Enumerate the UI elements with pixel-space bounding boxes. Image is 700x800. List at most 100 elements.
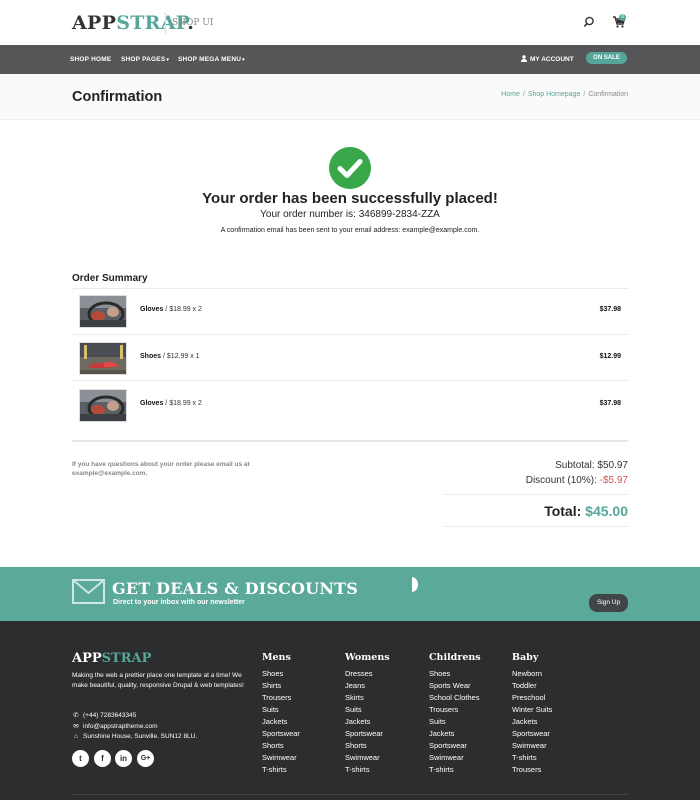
footer-link[interactable]: Sportswear (512, 728, 552, 740)
footer-link[interactable]: Winter Suits (512, 704, 552, 716)
site-footer: APPSTRAP Making the web a prettier place… (0, 621, 700, 800)
check-circle-icon (329, 147, 371, 189)
order-item-name: Gloves (140, 306, 164, 313)
subtotal-label: Subtotal: (555, 460, 595, 471)
footer-link[interactable]: Sportswear (345, 728, 383, 740)
on-sale-button[interactable]: ON SALE (586, 52, 627, 64)
footer-link[interactable]: T-shirts (262, 764, 300, 776)
footer-link[interactable]: Shorts (262, 740, 300, 752)
footer-link[interactable]: T-shirts (345, 764, 383, 776)
footer-logo[interactable]: APPSTRAP (72, 651, 151, 666)
footer-col-title-baby: Baby (512, 652, 539, 663)
footer-about: Making the web a prettier place one temp… (72, 672, 244, 689)
footer-link[interactable]: Shirts (262, 680, 300, 692)
footer-links-mens: Shoes Shirts Trousers Suits Jackets Spor… (262, 668, 300, 776)
order-number: Your order number is: 346899-2834-ZZA (260, 209, 440, 220)
nav-shop-home[interactable]: SHOP HOME (70, 45, 111, 74)
subtotal-value: $50.97 (597, 460, 628, 471)
product-thumbnail-gloves[interactable] (79, 295, 127, 328)
order-item-name: Shoes (140, 353, 162, 360)
my-account-link[interactable]: MY ACCOUNT (521, 45, 574, 74)
breadcrumb-separator: / (522, 91, 525, 98)
footer-link[interactable]: Toddler (512, 680, 552, 692)
footer-link[interactable]: Skirts (345, 692, 383, 704)
divider (444, 526, 628, 527)
footer-phone-text: (+44) 7283643345 (83, 712, 137, 719)
footer-link[interactable]: Preschool (512, 692, 552, 704)
google-plus-icon[interactable]: G+ (137, 750, 154, 767)
footer-link[interactable]: T-shirts (512, 752, 552, 764)
footer-link[interactable]: Suits (345, 704, 383, 716)
footer-link[interactable]: Trousers (512, 764, 552, 776)
footer-link[interactable]: Newborn (512, 668, 552, 680)
user-icon (521, 55, 527, 62)
order-item-total: $12.99 (599, 353, 621, 360)
breadcrumb-home[interactable]: Home (501, 91, 520, 98)
footer-link[interactable]: T-shirts (429, 764, 479, 776)
breadcrumb-current: Confirmation (588, 91, 628, 98)
order-item-text: Gloves / $18.99 x 2 (140, 306, 202, 313)
footer-link[interactable]: Sportswear (429, 740, 479, 752)
my-account-label: MY ACCOUNT (530, 56, 574, 63)
footer-link[interactable]: Shoes (429, 668, 479, 680)
divider (72, 334, 628, 335)
confirmation-email-note: A confirmation email has been sent to yo… (220, 227, 480, 234)
discount-label: Discount (10%): (525, 475, 597, 486)
footer-link[interactable]: Swimwear (512, 740, 552, 752)
footer-link[interactable]: Dresses (345, 668, 383, 680)
footer-link[interactable]: Jackets (345, 716, 383, 728)
subtotal: Subtotal: $50.97 (555, 460, 628, 471)
footer-col-title-mens: Mens (262, 652, 291, 663)
divider (444, 494, 628, 495)
nav-shop-pages-label: SHOP PAGES (121, 56, 166, 63)
confirmation-heading: Your order has been successfully placed! (202, 190, 498, 207)
footer-link[interactable]: Swimwear (429, 752, 479, 764)
footer-link[interactable]: Swimwear (262, 752, 300, 764)
questions-note: If you have questions about your order p… (72, 461, 250, 477)
footer-email[interactable]: ✉ info@appstraptheme.com (72, 722, 157, 730)
envelope-icon: ✉ (73, 723, 79, 730)
footer-link[interactable]: Jackets (512, 716, 552, 728)
phone-icon: ✆ (73, 712, 79, 719)
order-item-detail: / $18.99 x 2 (163, 306, 202, 313)
footer-links-womens: Dresses Jeans Skirts Suits Jackets Sport… (345, 668, 383, 776)
footer-col-title-childrens: Childrens (429, 652, 481, 663)
footer-address-text: Sunshine House, Sunville. SUN12 8LU. (83, 733, 198, 740)
footer-link[interactable]: Jackets (429, 728, 479, 740)
footer-link[interactable]: Shorts (345, 740, 383, 752)
deals-subheading: Direct to your inbox with our newsletter (113, 599, 245, 606)
footer-link[interactable]: Suits (429, 716, 479, 728)
footer-link[interactable]: Jackets (262, 716, 300, 728)
search-icon[interactable] (583, 16, 595, 28)
product-thumbnail-shoes[interactable] (79, 342, 127, 375)
logo-app-text: APP (72, 12, 117, 34)
footer-link[interactable]: School Clothes (429, 692, 479, 704)
twitter-icon[interactable]: t (72, 750, 89, 767)
facebook-icon[interactable]: f (94, 750, 111, 767)
footer-link[interactable]: Swimwear (345, 752, 383, 764)
sign-up-button[interactable]: Sign Up (589, 594, 628, 612)
nav-shop-mega-menu-label: SHOP MEGA MENU (178, 56, 242, 63)
breadcrumb-shop-homepage[interactable]: Shop Homepage (528, 91, 581, 98)
footer-link[interactable]: Suits (262, 704, 300, 716)
total-value: $45.00 (585, 503, 628, 519)
footer-link[interactable]: Sports Wear (429, 680, 479, 692)
footer-phone: ✆ (+44) 7283643345 (72, 711, 136, 719)
order-item-name: Gloves (140, 400, 164, 407)
breadcrumb: Home / Shop Homepage / Confirmation (501, 91, 628, 98)
order-item-total: $37.98 (599, 400, 621, 407)
order-total: Total: $45.00 (544, 503, 628, 519)
nav-shop-pages[interactable]: SHOP PAGES▾ (121, 45, 169, 74)
footer-link[interactable]: Trousers (262, 692, 300, 704)
footer-link[interactable]: Trousers (429, 704, 479, 716)
order-item-text: Gloves / $18.99 x 2 (140, 400, 202, 407)
product-thumbnail-gloves[interactable] (79, 389, 127, 422)
footer-link[interactable]: Sportswear (262, 728, 300, 740)
linkedin-icon[interactable]: in (115, 750, 132, 767)
footer-link[interactable]: Jeans (345, 680, 383, 692)
footer-link[interactable]: Shoes (262, 668, 300, 680)
footer-divider (72, 794, 628, 795)
nav-shop-mega-menu[interactable]: SHOP MEGA MENU▾ (178, 45, 245, 74)
discount: Discount (10%): -$5.97 (526, 475, 628, 486)
caret-down-icon: ▾ (242, 57, 245, 63)
